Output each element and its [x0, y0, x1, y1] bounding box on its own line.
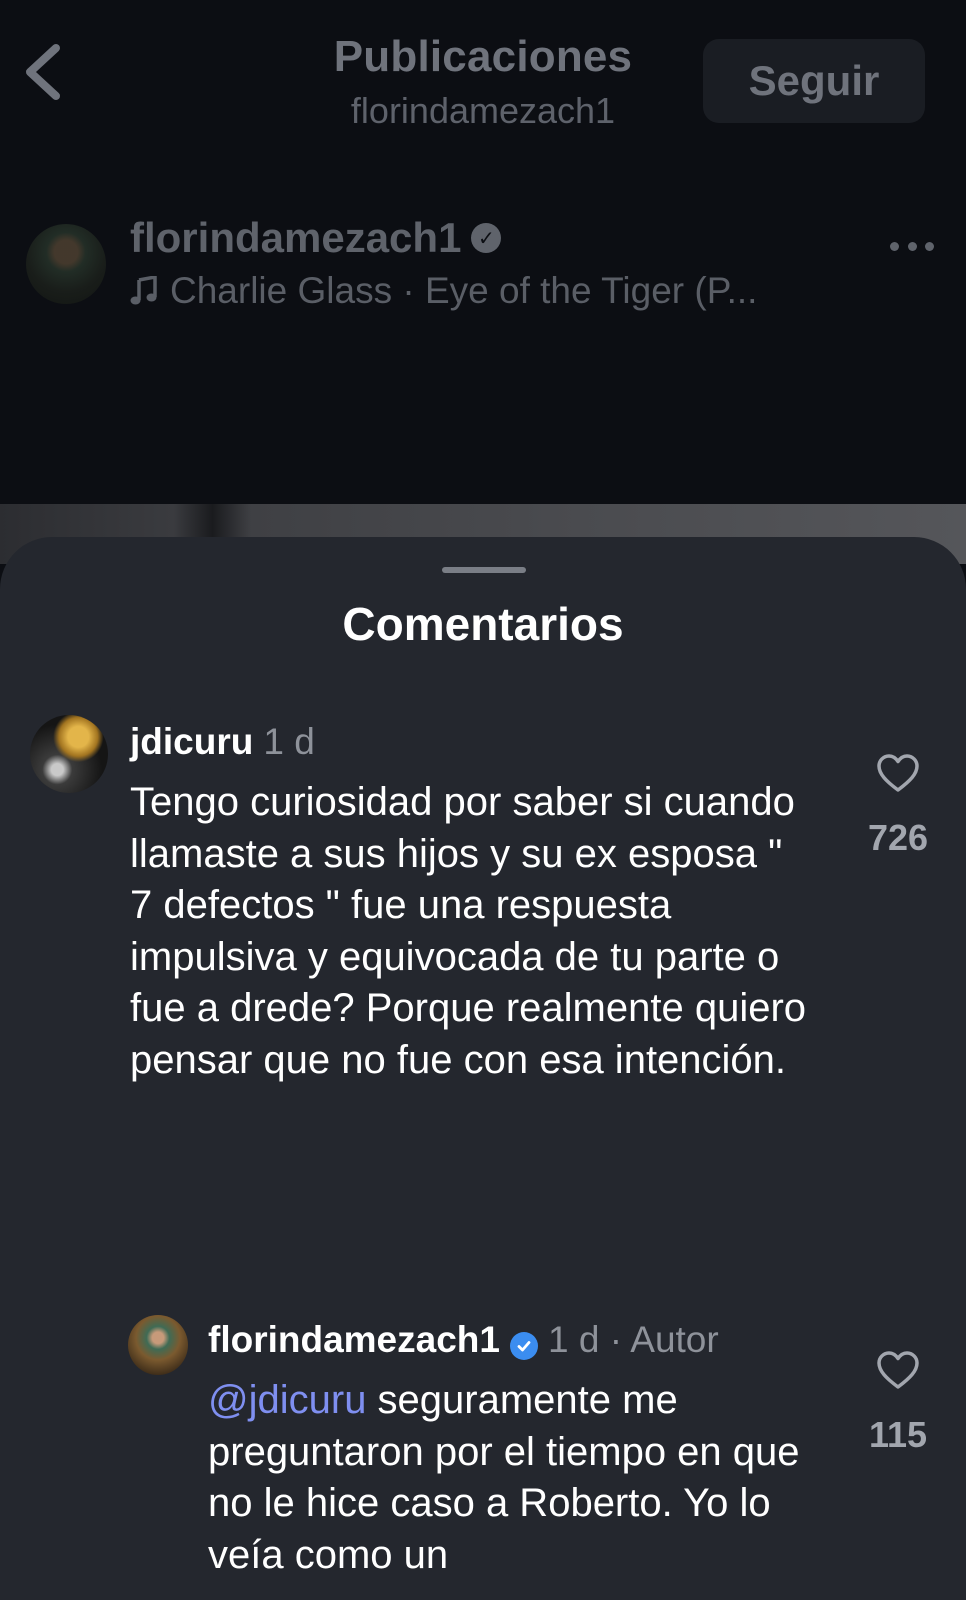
comments-sheet: Comentarios jdicuru 1 d Tengo curiosidad… — [0, 537, 966, 1600]
like-count: 115 — [868, 1414, 928, 1455]
comment-text: @jdicuru seguramente me preguntaron por … — [208, 1375, 828, 1581]
avatar[interactable] — [30, 715, 108, 793]
follow-button[interactable]: Seguir — [703, 39, 925, 123]
more-horizontal-icon[interactable] — [890, 242, 934, 256]
post-author-avatar[interactable] — [26, 224, 106, 304]
comment-time: 1 d — [263, 721, 315, 762]
avatar[interactable] — [128, 1315, 188, 1375]
comment-meta: 1 d · Autor — [547, 1319, 719, 1360]
music-label: Charlie Glass · Eye of the Tiger (P... — [170, 270, 758, 311]
top-navigation-bar: Publicaciones florindamezach1 Seguir — [0, 0, 966, 136]
screen: Publicaciones florindamezach1 Seguir flo… — [0, 0, 966, 1600]
comment-text: Tengo curiosidad por saber si cuando lla… — [130, 780, 807, 1082]
comment-header: florindamezach1 1 d · Autor — [208, 1319, 719, 1361]
like-control[interactable]: 726 — [848, 753, 948, 859]
post-header: florindamezach1 ✓ Charlie Glass · Eye of… — [0, 200, 966, 320]
like-control[interactable]: 115 — [848, 1350, 948, 1456]
heart-icon[interactable] — [876, 1350, 920, 1390]
comment-username[interactable]: florindamezach1 — [208, 1319, 500, 1361]
comment-header: jdicuru 1 d — [130, 721, 315, 763]
like-count: 726 — [867, 817, 929, 858]
sheet-grabber[interactable] — [442, 567, 526, 573]
verified-badge-icon — [509, 1332, 538, 1360]
post-author-username: florindamezach1 — [130, 214, 462, 261]
music-note-icon — [130, 276, 157, 305]
mention-link[interactable]: @jdicuru — [208, 1378, 366, 1422]
sheet-title: Comentarios — [342, 598, 624, 650]
post-music[interactable]: Charlie Glass · Eye of the Tiger (P... — [130, 270, 757, 312]
post-author[interactable]: florindamezach1 ✓ — [130, 214, 502, 262]
comment-username[interactable]: jdicuru — [130, 721, 253, 763]
heart-icon[interactable] — [876, 753, 920, 793]
verified-badge-icon: ✓ — [471, 223, 502, 253]
